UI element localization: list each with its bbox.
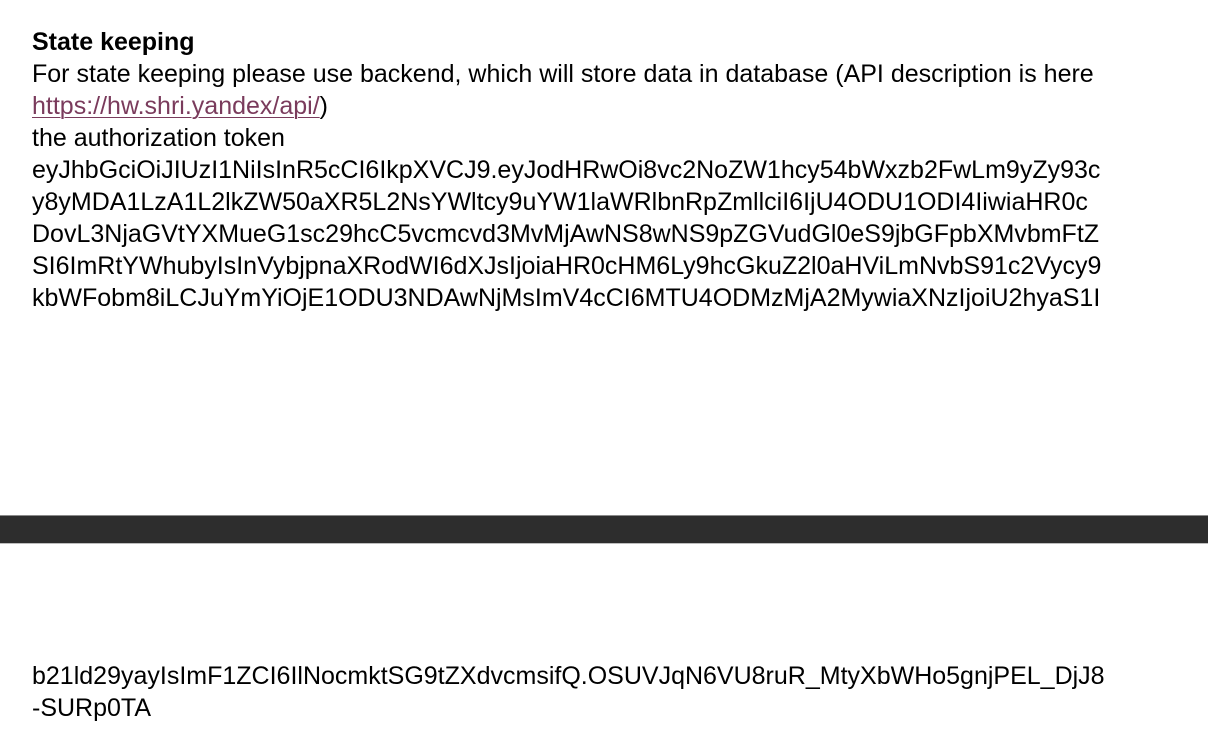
token-line: DovL3NjaGVtYXMueG1sc29hcC5vcmcvd3MvMjAwN…	[32, 220, 1100, 248]
token-label: the authorization token	[32, 124, 285, 152]
token-line: b21ld29yayIsImF1ZCI6IlNocmktSG9tZXdvcmsi…	[32, 662, 1105, 690]
token-continuation: b21ld29yayIsImF1ZCI6IlNocmktSG9tZXdvcmsi…	[32, 660, 1182, 724]
api-link[interactable]: https://hw.shri.yandex/api/	[32, 92, 320, 120]
page-break-divider	[0, 515, 1208, 544]
section-heading: State keeping	[32, 28, 195, 56]
api-link-suffix: )	[319, 92, 328, 120]
token-line: SI6ImRtYWhubyIsInVybjpnaXRodWI6dXJsIjoia…	[32, 252, 1102, 280]
intro-text: For state keeping please use backend, wh…	[32, 60, 1094, 88]
token-line: -SURp0TA	[32, 694, 152, 722]
token-line: eyJhbGciOiJIUzI1NiIsInR5cCI6IkpXVCJ9.eyJ…	[32, 156, 1101, 184]
state-keeping-section: State keeping For state keeping please u…	[32, 26, 1182, 314]
page-1: State keeping For state keeping please u…	[0, 0, 1208, 516]
token-line: kbWFobm8iLCJuYmYiOjE1ODU3NDAwNjMsImV4cCI…	[32, 284, 1101, 312]
api-link-line: https://hw.shri.yandex/api/)	[32, 90, 1182, 122]
token-line: y8yMDA1LzA1L2lkZW50aXR5L2NsYWltcy9uYW1la…	[32, 188, 1088, 216]
